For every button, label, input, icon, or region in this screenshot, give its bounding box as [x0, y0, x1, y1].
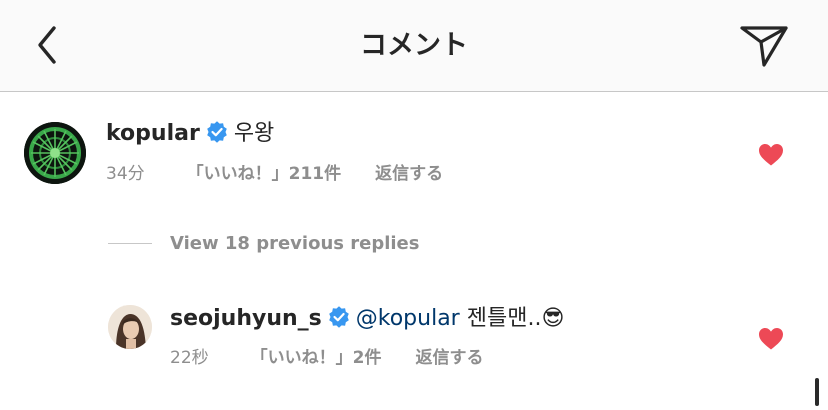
view-previous-replies-button[interactable]: View 18 previous replies	[170, 231, 419, 257]
ferris-wheel-photo	[24, 122, 86, 184]
comment-username[interactable]: kopular	[106, 121, 200, 146]
comment-time: 22秒	[170, 348, 209, 368]
avatar[interactable]	[108, 305, 152, 349]
back-button[interactable]	[28, 22, 68, 68]
likes-count-link[interactable]: 「いいね！」211件	[187, 162, 342, 186]
verified-badge-icon	[206, 121, 228, 152]
comment-body: 우왕	[233, 121, 275, 146]
mention-link[interactable]: @kopular	[356, 306, 460, 331]
reply-button[interactable]: 返信する	[375, 162, 443, 186]
heart-filled-icon	[759, 144, 783, 166]
sunglasses-emoji: 😎	[541, 306, 565, 331]
page-title: コメント	[360, 30, 468, 61]
comment-username[interactable]: seojuhyun_s	[170, 306, 322, 331]
like-button[interactable]	[758, 327, 784, 351]
comment-meta: 22秒 「いいね！」2件 返信する	[170, 346, 483, 370]
comment-text-line: kopular 우왕	[106, 119, 274, 152]
heart-filled-icon	[759, 328, 783, 350]
comment-text-line: seojuhyun_s @kopular 젠틀맨..😎	[170, 304, 564, 337]
likes-count-link[interactable]: 「いいね！」2件	[251, 346, 382, 370]
comment-time: 34分	[106, 164, 145, 184]
replies-divider	[108, 243, 152, 244]
like-button[interactable]	[758, 143, 784, 167]
scrollbar[interactable]	[815, 378, 819, 406]
send-button[interactable]	[738, 22, 790, 70]
verified-badge-icon	[328, 306, 350, 337]
comment-body: 젠틀맨..	[459, 306, 542, 331]
header-bar: コメント	[0, 0, 828, 92]
reply-button[interactable]: 返信する	[415, 346, 483, 370]
profile-photo	[108, 305, 152, 349]
comment-meta: 34分 「いいね！」211件 返信する	[106, 162, 443, 186]
chevron-left-icon	[38, 26, 56, 64]
paper-plane-icon	[740, 26, 788, 67]
avatar[interactable]	[24, 122, 86, 184]
